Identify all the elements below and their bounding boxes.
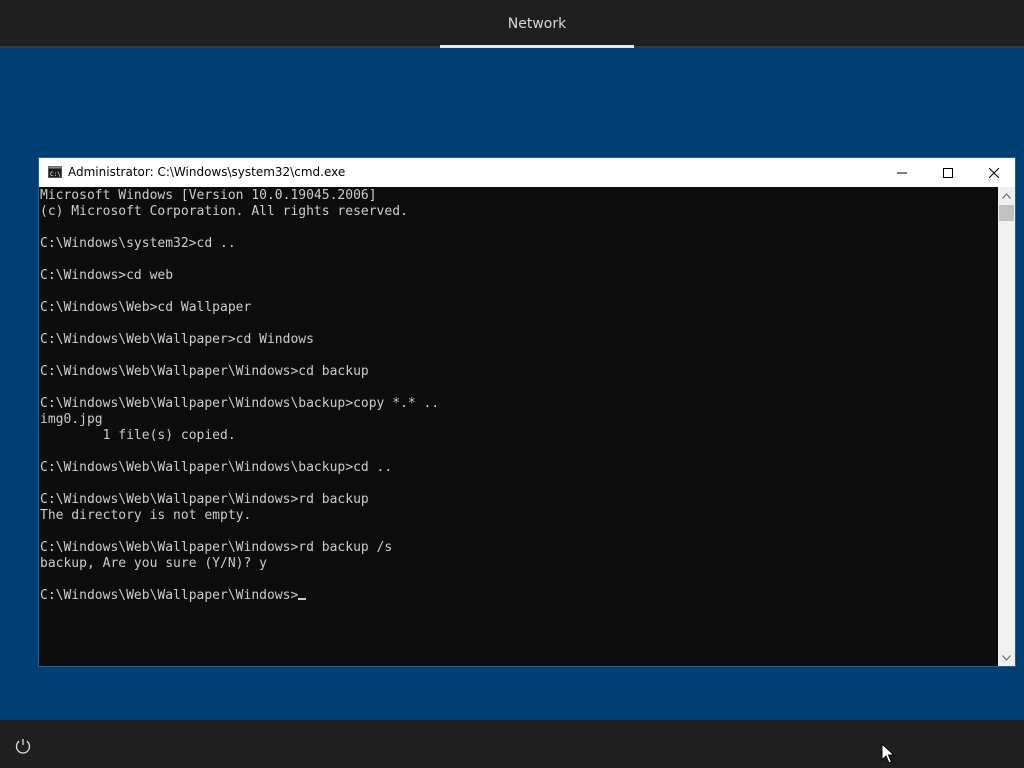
console-line: 1 file(s) copied. [40,428,236,443]
cmd-window[interactable]: C:\ Administrator: C:\Windows\system32\c… [38,157,1016,667]
console-text: Microsoft Windows [Version 10.0.19045.20… [39,187,998,604]
scroll-down-button[interactable] [998,649,1015,666]
svg-text:C:\: C:\ [50,171,61,178]
close-icon [989,167,999,178]
tab-selected-indicator [440,45,634,48]
console-line: C:\Windows\Web\Wallpaper\Windows>rd back… [40,540,393,555]
console-line: (c) Microsoft Corporation. All rights re… [40,204,408,219]
maximize-icon [943,167,953,178]
console-line: C:\Windows\Web\Wallpaper\Windows>rd back… [40,492,369,507]
console-line: C:\Windows\Web\Wallpaper>cd Windows [40,332,314,347]
text-cursor [298,598,307,600]
cmd-icon: C:\ [48,166,62,178]
console-line: C:\Windows\Web>cd Wallpaper [40,300,252,315]
console-line: C:\Windows\Web\Wallpaper\Windows\backup>… [40,396,440,411]
console-line: The directory is not empty. [40,508,252,523]
bottom-bar [0,720,1024,768]
console-line: C:\Windows\Web\Wallpaper\Windows\backup>… [40,460,393,475]
console-line: C:\Windows\system32>cd .. [40,236,236,251]
chevron-up-icon [1002,192,1011,199]
console-line: C:\Windows\Web\Wallpaper\Windows>cd back… [40,364,369,379]
minimize-icon [897,172,907,173]
console-line: img0.jpg [40,412,103,427]
console-line: Microsoft Windows [Version 10.0.19045.20… [40,188,377,203]
maximize-button[interactable] [925,158,971,187]
window-title: Administrator: C:\Windows\system32\cmd.e… [68,165,346,179]
close-button[interactable] [971,158,1017,187]
scroll-thumb[interactable] [999,205,1014,221]
mouse-pointer-icon [881,743,895,764]
scroll-up-button[interactable] [998,187,1015,204]
vertical-scrollbar[interactable] [998,187,1015,666]
power-icon[interactable] [12,735,34,757]
console-prompt: C:\Windows\Web\Wallpaper\Windows> [40,588,299,603]
chevron-down-icon [1002,654,1011,661]
tab-network[interactable]: Network [440,0,634,46]
top-bar: Network [0,0,1024,48]
console-line: C:\Windows>cd web [40,268,174,283]
console-output[interactable]: Microsoft Windows [Version 10.0.19045.20… [39,187,998,666]
console-line: backup, Are you sure (Y/N)? y [40,556,267,571]
minimize-button[interactable] [879,158,925,187]
window-titlebar[interactable]: C:\ Administrator: C:\Windows\system32\c… [39,158,1015,187]
